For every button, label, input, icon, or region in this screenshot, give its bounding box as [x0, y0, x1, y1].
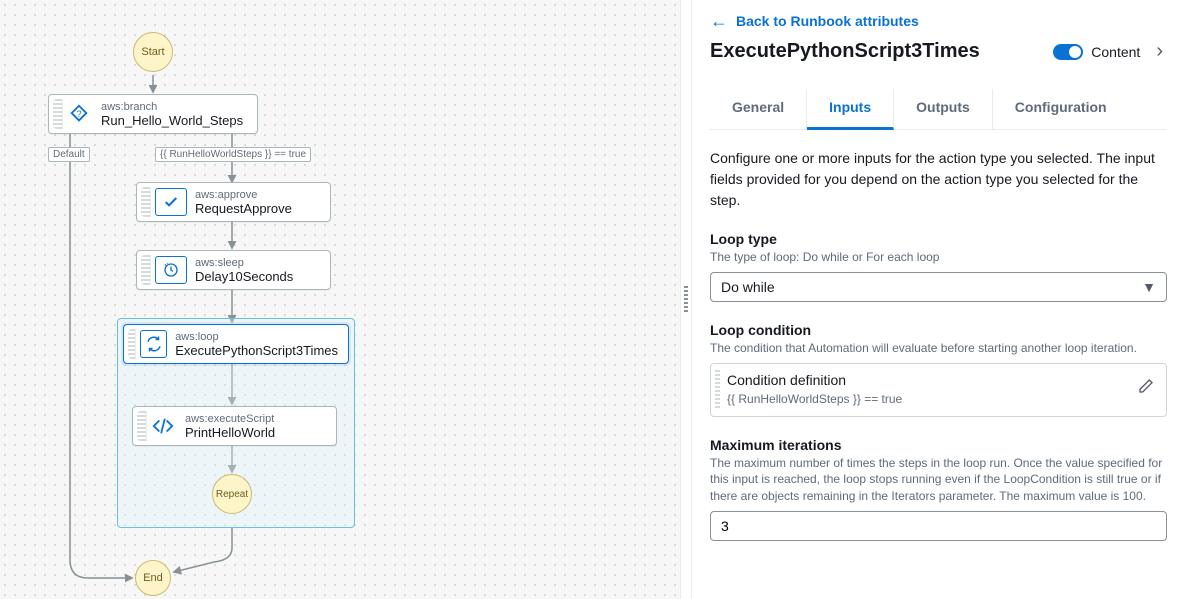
sleep-icon	[155, 256, 187, 284]
approve-icon	[155, 188, 187, 216]
toggle-switch-icon	[1053, 44, 1083, 60]
script-icon	[147, 407, 179, 445]
step-type: aws:approve	[195, 189, 292, 201]
loop-condition-hint: The condition that Automation will evalu…	[710, 340, 1167, 357]
back-link[interactable]: ← Back to Runbook attributes	[710, 8, 1167, 40]
branch-icon: ?	[63, 95, 95, 133]
drag-handle[interactable]	[128, 329, 136, 359]
step-type: aws:branch	[101, 101, 243, 113]
step-approve[interactable]: aws:approve RequestApprove	[136, 182, 331, 222]
tabs: General Inputs Outputs Configuration	[710, 89, 1167, 130]
back-link-label: Back to Runbook attributes	[736, 13, 919, 29]
loop-type-label: Loop type	[710, 231, 1167, 247]
edge-label-default: Default	[48, 147, 90, 162]
loop-condition-label: Loop condition	[710, 322, 1167, 338]
details-panel: ← Back to Runbook attributes ExecutePyth…	[692, 0, 1185, 599]
step-name: Run_Hello_World_Steps	[101, 113, 243, 128]
workflow-canvas[interactable]: Start ? aws:branch Run_Hello_World_Steps…	[0, 0, 680, 599]
caret-down-icon: ▼	[1142, 279, 1156, 295]
arrow-left-icon: ←	[710, 12, 728, 30]
step-name: Delay10Seconds	[195, 269, 293, 284]
step-name: ExecutePythonScript3Times	[175, 343, 338, 358]
drag-handle[interactable]	[53, 99, 63, 129]
start-label: Start	[141, 46, 164, 58]
drag-handle[interactable]	[141, 255, 151, 285]
end-node[interactable]: End	[135, 560, 171, 596]
step-type: aws:sleep	[195, 257, 293, 269]
tab-general[interactable]: General	[710, 89, 807, 129]
pencil-icon	[1138, 378, 1154, 394]
condition-box-title: Condition definition	[727, 372, 1128, 388]
grip-icon	[684, 286, 688, 314]
tab-configuration[interactable]: Configuration	[993, 89, 1129, 129]
edit-condition-button[interactable]	[1138, 372, 1154, 397]
content-toggle-label: Content	[1091, 44, 1140, 60]
step-branch[interactable]: ? aws:branch Run_Hello_World_Steps	[48, 94, 258, 134]
chevron-right-icon: ›	[1156, 40, 1163, 62]
start-node[interactable]: Start	[133, 32, 173, 72]
panel-resize-handle[interactable]	[680, 0, 692, 599]
end-label: End	[143, 572, 163, 584]
expand-panel-button[interactable]: ›	[1152, 40, 1167, 63]
step-loop[interactable]: aws:loop ExecutePythonScript3Times	[123, 324, 349, 364]
step-script[interactable]: aws:executeScript PrintHelloWorld	[132, 406, 337, 446]
svg-text:?: ?	[76, 109, 81, 119]
tab-inputs[interactable]: Inputs	[807, 89, 894, 130]
content-toggle[interactable]: Content	[1053, 44, 1140, 60]
condition-expression: {{ RunHelloWorldSteps }} == true	[727, 392, 1128, 406]
step-sleep[interactable]: aws:sleep Delay10Seconds	[136, 250, 331, 290]
max-iterations-label: Maximum iterations	[710, 437, 1167, 453]
step-type: aws:executeScript	[185, 413, 275, 425]
tab-outputs[interactable]: Outputs	[894, 89, 993, 129]
max-iterations-hint: The maximum number of times the steps in…	[710, 455, 1167, 505]
loop-type-value: Do while	[721, 279, 775, 295]
repeat-label: Repeat	[216, 489, 248, 500]
max-iterations-input[interactable]	[710, 511, 1167, 541]
loop-type-select[interactable]: Do while ▼	[710, 272, 1167, 302]
loop-type-hint: The type of loop: Do while or For each l…	[710, 249, 1167, 266]
loop-icon	[140, 330, 167, 358]
step-name: PrintHelloWorld	[185, 425, 275, 440]
drag-handle[interactable]	[141, 187, 151, 217]
step-type: aws:loop	[175, 331, 338, 343]
condition-definition-box[interactable]: Condition definition {{ RunHelloWorldSte…	[710, 363, 1167, 417]
edge-label-condition: {{ RunHelloWorldSteps }} == true	[155, 147, 311, 162]
step-name: RequestApprove	[195, 201, 292, 216]
drag-handle[interactable]	[137, 411, 147, 441]
inputs-description: Configure one or more inputs for the act…	[710, 148, 1167, 211]
grip-icon	[715, 370, 720, 410]
repeat-node[interactable]: Repeat	[212, 474, 252, 514]
panel-title: ExecutePythonScript3Times	[710, 40, 1041, 63]
